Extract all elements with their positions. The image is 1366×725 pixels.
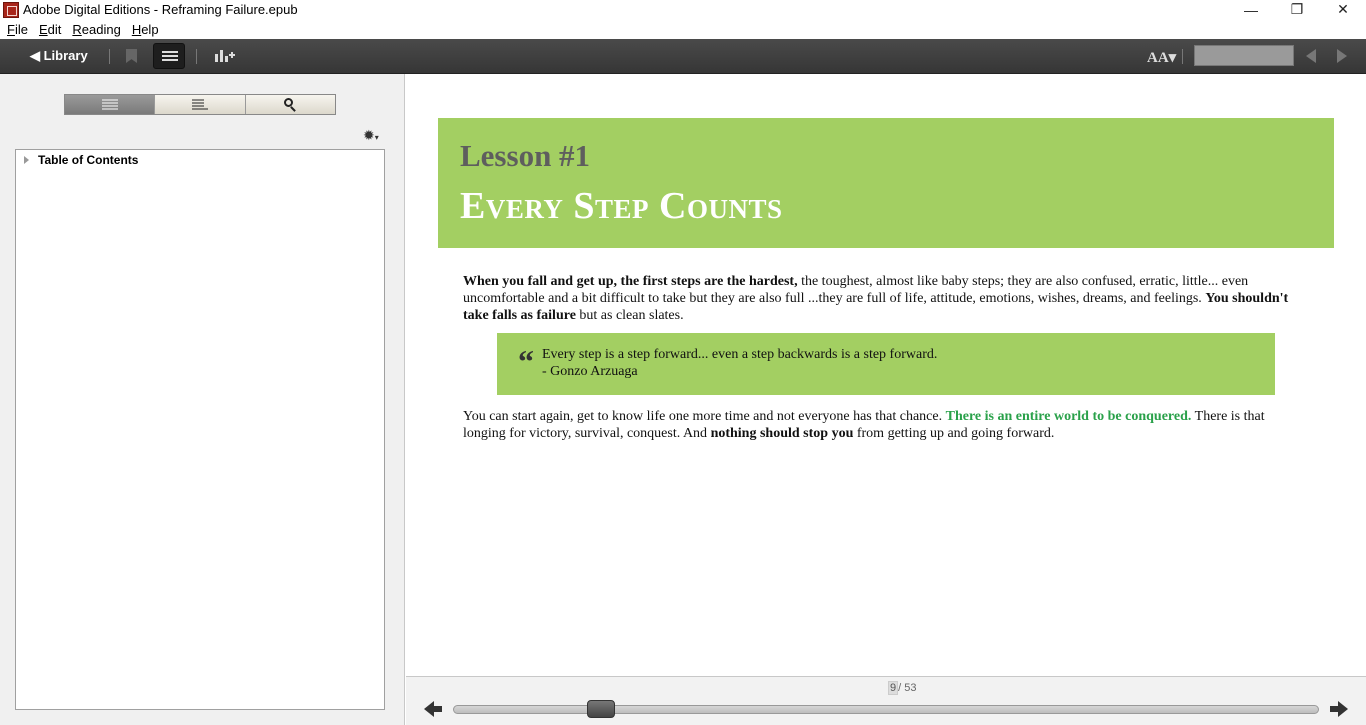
navigation-panel: ✹▾ Table of Contents <box>0 74 405 725</box>
window-controls: — ❐ ✕ <box>1228 0 1366 19</box>
tab-search[interactable] <box>245 95 335 114</box>
minimize-button[interactable]: — <box>1228 0 1274 19</box>
menu-edit[interactable]: Edit <box>35 22 65 37</box>
title-bar: Adobe Digital Editions - Reframing Failu… <box>0 0 1366 19</box>
chapter-banner: Lesson #1 Every Step Counts <box>438 118 1334 248</box>
current-page[interactable]: 9 <box>888 681 899 695</box>
menu-file[interactable]: File <box>3 22 32 37</box>
page-navigation: 9/ 53 <box>406 676 1366 725</box>
toolbar-separator <box>1182 49 1183 64</box>
toc-list-icon <box>101 99 118 110</box>
book-content: Lesson #1 Every Step Counts When you fal… <box>406 74 1366 676</box>
close-button[interactable]: ✕ <box>1320 0 1366 19</box>
tab-table-of-contents[interactable] <box>65 95 156 114</box>
bookmark-list-icon <box>191 99 208 110</box>
library-button[interactable]: ◀ Library <box>30 48 88 64</box>
paragraph: You can start again, get to know life on… <box>463 409 1265 441</box>
paragraph: When you fall and get up, the first step… <box>463 274 1289 323</box>
bookmark-icon[interactable] <box>126 49 137 63</box>
pull-quote: “ Every step is a step forward... even a… <box>497 333 1275 395</box>
toc-item-label: Table of Contents <box>38 153 139 167</box>
font-size-button[interactable]: AA▾ <box>1147 48 1176 67</box>
add-chart-icon[interactable] <box>215 48 235 64</box>
page-indicator: 9/ 53 <box>888 681 917 695</box>
expand-arrow-icon[interactable] <box>24 156 29 164</box>
page-slider-thumb[interactable] <box>587 700 616 718</box>
quote-mark-icon: “ <box>518 343 534 379</box>
panel-tabs <box>64 94 336 115</box>
restore-button[interactable]: ❐ <box>1274 0 1320 19</box>
page-number-field[interactable] <box>1194 45 1294 66</box>
previous-page-arrow-icon[interactable] <box>424 701 442 717</box>
toc-tree: Table of Contents <box>15 149 385 710</box>
toolbar-separator <box>109 49 110 64</box>
total-pages: / 53 <box>898 682 917 694</box>
toolbar-separator <box>196 49 197 64</box>
menu-reading[interactable]: Reading <box>68 22 124 37</box>
window-title: Adobe Digital Editions - Reframing Failu… <box>23 2 298 17</box>
gear-icon[interactable]: ✹▾ <box>363 127 379 144</box>
chapter-title: Every Step Counts <box>460 185 783 227</box>
search-icon <box>283 97 297 112</box>
toc-item[interactable]: Table of Contents <box>24 153 138 167</box>
tab-bookmarks[interactable] <box>155 95 246 114</box>
toc-toggle-button[interactable] <box>153 43 185 69</box>
menu-bar: File Edit Reading Help <box>0 19 1366 39</box>
menu-help[interactable]: Help <box>128 22 163 37</box>
page-slider-track[interactable] <box>453 705 1319 714</box>
quote-text: Every step is a step forward... even a s… <box>542 347 938 379</box>
lesson-number: Lesson #1 <box>460 138 591 173</box>
reader-toolbar: ◀ Library AA▾ <box>0 39 1366 74</box>
adobe-digital-editions-icon <box>3 1 19 18</box>
next-page-arrow-icon[interactable] <box>1330 701 1348 717</box>
next-page-icon[interactable] <box>1337 49 1347 63</box>
previous-page-icon[interactable] <box>1306 49 1316 63</box>
